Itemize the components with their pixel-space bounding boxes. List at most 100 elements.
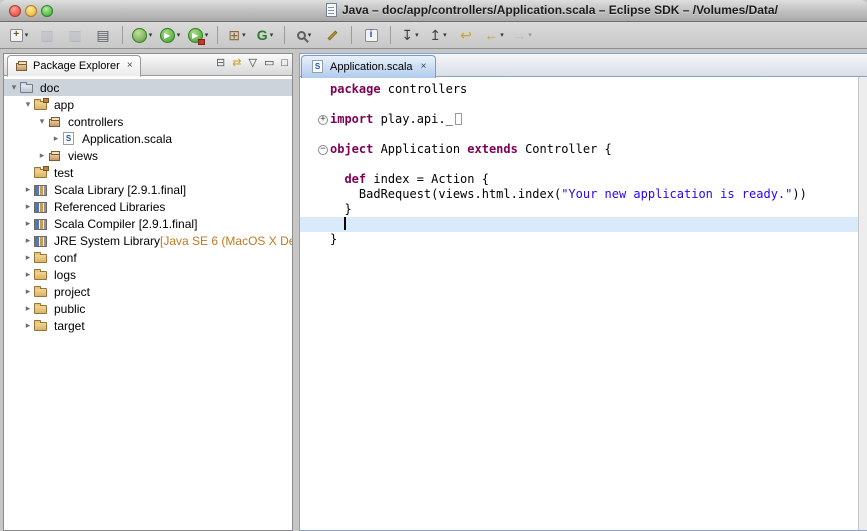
tree-item-logs[interactable]: ▸logs (4, 266, 292, 283)
save-button[interactable]: ▥ (34, 24, 60, 46)
collapse-all-icon[interactable]: ⊟ (216, 58, 225, 69)
new-wizard-icon: + (10, 29, 23, 42)
save-all-button[interactable]: ▥ (62, 24, 88, 46)
tree-item-referenced-libraries[interactable]: ▸Referenced Libraries (4, 198, 292, 215)
minimize-icon[interactable]: ▭ (264, 58, 274, 69)
collapsed-arrow-icon[interactable]: ▸ (36, 150, 48, 161)
save-icon: ▥ (40, 28, 53, 42)
code-editor[interactable]: package controllers+import play.api._−ob… (300, 77, 867, 530)
package-explorer-tab[interactable]: Package Explorer × (7, 55, 141, 77)
tree-item-test[interactable]: test (4, 164, 292, 181)
open-element-button[interactable]: G▾ (252, 24, 278, 46)
dropdown-arrow-icon[interactable]: ▾ (205, 31, 209, 39)
dropdown-arrow-icon[interactable]: ▾ (500, 31, 504, 39)
collapsed-arrow-icon[interactable]: ▸ (22, 235, 34, 246)
code-text: package controllers (330, 82, 467, 97)
tree-item-app[interactable]: ▾app (4, 96, 292, 113)
last-edit-location-button[interactable]: ↩ (453, 24, 479, 46)
fold-ruler-cell (316, 202, 330, 217)
new-java-project-button[interactable]: ⊞▾ (224, 24, 250, 46)
annotation-ruler-cell (300, 217, 316, 232)
forward-button[interactable]: →▾ (509, 24, 535, 46)
collapsed-arrow-icon[interactable]: ▸ (22, 269, 34, 280)
link-with-editor-icon[interactable]: ⇄ (232, 58, 241, 69)
dropdown-arrow-icon[interactable]: ▾ (149, 31, 153, 39)
collapsed-arrow-icon[interactable]: ▸ (22, 184, 34, 195)
maximize-icon[interactable]: □ (281, 58, 288, 69)
tree-item-project[interactable]: ▸project (4, 283, 292, 300)
expanded-arrow-icon[interactable]: ▾ (22, 99, 34, 110)
fold-collapse-icon[interactable]: − (318, 145, 328, 155)
editor-panel: S Application.scala × package controller… (299, 53, 867, 531)
tree-item-public[interactable]: ▸public (4, 300, 292, 317)
collapsed-arrow-icon[interactable]: ▸ (22, 286, 34, 297)
close-button[interactable] (9, 5, 21, 17)
package-icon (48, 115, 64, 129)
minimize-button[interactable] (25, 5, 37, 17)
run-button[interactable]: ▶▾ (157, 24, 183, 46)
source-folder-icon (34, 166, 50, 180)
code-line-6 (300, 157, 858, 172)
tree-item-application-scala[interactable]: ▸SApplication.scala (4, 130, 292, 147)
dropdown-arrow-icon[interactable]: ▾ (443, 31, 447, 39)
expanded-arrow-icon[interactable]: ▾ (36, 116, 48, 127)
view-toolbar: ⊟ ⇄ ▽ ▭ □ (216, 58, 288, 69)
dropdown-arrow-icon[interactable]: ▾ (25, 31, 29, 39)
fold-expand-icon[interactable]: + (318, 115, 328, 125)
zoom-button[interactable] (41, 5, 53, 17)
dropdown-arrow-icon[interactable]: ▾ (270, 31, 274, 39)
tree-item-conf[interactable]: ▸conf (4, 249, 292, 266)
last-edit-location-icon: ↩ (460, 28, 472, 42)
tree-item-scala-compiler-2-9-1-final[interactable]: ▸Scala Compiler [2.9.1.final] (4, 215, 292, 232)
code-text: } (330, 232, 337, 247)
toggle-mark-occurrences-button[interactable] (319, 24, 345, 46)
dropdown-arrow-icon[interactable]: ▾ (308, 31, 312, 39)
search-button[interactable]: ▾ (291, 24, 317, 46)
previous-annotation-button[interactable]: ↥▾ (425, 24, 451, 46)
fold-ruler-cell (316, 187, 330, 202)
editor-tab[interactable]: S Application.scala × (301, 55, 436, 78)
code-line-5: −object Application extends Controller { (300, 142, 858, 157)
expanded-arrow-icon[interactable]: ▾ (8, 82, 20, 93)
debug-button[interactable]: ▾ (129, 24, 155, 46)
view-menu-icon[interactable]: ▽ (248, 58, 256, 69)
code-lines: package controllers+import play.api._−ob… (300, 77, 858, 530)
next-annotation-button[interactable]: ↧▾ (397, 24, 423, 46)
close-icon[interactable]: × (127, 61, 133, 71)
source-folder-icon (34, 98, 50, 112)
fold-ruler-cell: − (316, 142, 330, 157)
collapsed-arrow-icon[interactable]: ▸ (22, 303, 34, 314)
tree-item-target[interactable]: ▸target (4, 317, 292, 334)
context-help-button[interactable]: i (358, 24, 384, 46)
annotation-ruler-cell (300, 112, 316, 127)
close-icon[interactable]: × (421, 62, 427, 72)
collapsed-arrow-icon[interactable]: ▸ (22, 252, 34, 263)
print-button[interactable]: ▤ (90, 24, 116, 46)
tree-item-controllers[interactable]: ▾controllers (4, 113, 292, 130)
collapsed-arrow-icon[interactable]: ▸ (22, 218, 34, 229)
tree-item-views[interactable]: ▸views (4, 147, 292, 164)
dropdown-arrow-icon[interactable]: ▾ (177, 31, 181, 39)
back-button[interactable]: ←▾ (481, 24, 507, 46)
window-title: Java – doc/app/controllers/Application.s… (342, 3, 778, 17)
collapsed-arrow-icon[interactable]: ▸ (22, 320, 34, 331)
library-icon (34, 217, 50, 231)
print-icon: ▤ (96, 28, 109, 42)
new-wizard-button[interactable]: +▾ (6, 24, 32, 46)
folder-icon (34, 251, 50, 265)
tree-item-decorator: [Java SE 6 (MacOS X Def... (160, 234, 292, 248)
library-icon (34, 183, 50, 197)
dropdown-arrow-icon[interactable]: ▾ (528, 31, 532, 39)
folder-icon (34, 319, 50, 333)
overview-ruler[interactable] (858, 77, 867, 530)
external-tools-button[interactable]: ▶▾ (185, 24, 211, 46)
code-line-2 (300, 97, 858, 112)
folder-icon (34, 268, 50, 282)
tree-item-jre-system-library[interactable]: ▸JRE System Library [Java SE 6 (MacOS X … (4, 232, 292, 249)
collapsed-arrow-icon[interactable]: ▸ (22, 201, 34, 212)
dropdown-arrow-icon[interactable]: ▾ (415, 31, 419, 39)
tree-item-doc[interactable]: ▾doc (4, 79, 292, 96)
collapsed-arrow-icon[interactable]: ▸ (50, 133, 62, 144)
tree-item-scala-library-2-9-1-final[interactable]: ▸Scala Library [2.9.1.final] (4, 181, 292, 198)
dropdown-arrow-icon[interactable]: ▾ (242, 31, 246, 39)
